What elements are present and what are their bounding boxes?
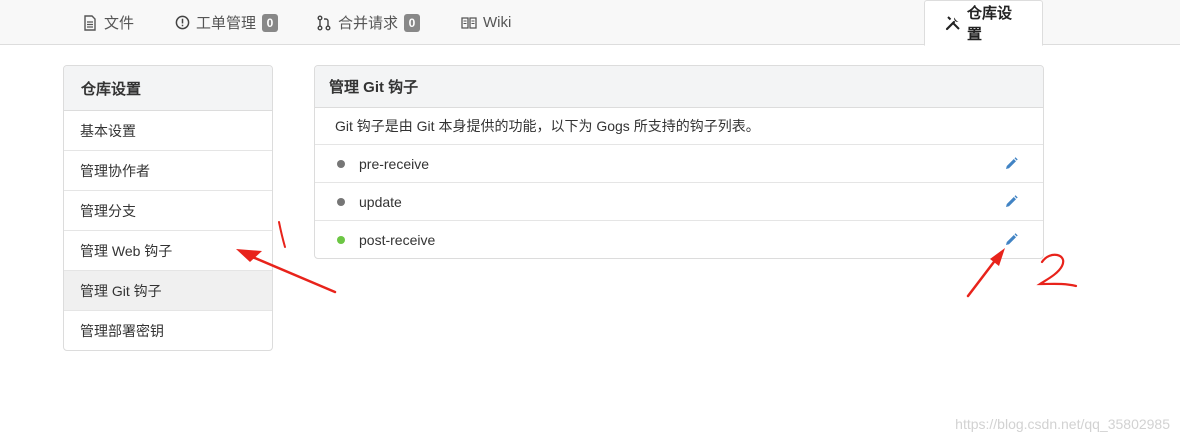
hook-name: post-receive: [359, 232, 436, 248]
pull-request-count-badge: 0: [404, 13, 421, 32]
git-hooks-panel: 管理 Git 钩子 Git 钩子是由 Git 本身提供的功能，以下为 Gogs …: [314, 65, 1044, 259]
pencil-icon[interactable]: [1003, 232, 1019, 248]
tab-wiki[interactable]: Wiki: [461, 0, 511, 45]
tab-label: Wiki: [483, 14, 512, 31]
pull-request-icon: [316, 15, 332, 31]
sidebar-item-collaborators[interactable]: 管理协作者: [64, 151, 272, 191]
hook-name: update: [359, 193, 402, 210]
tools-icon: [945, 15, 961, 31]
tab-pull-requests[interactable]: 合并请求 0: [316, 0, 421, 45]
repo-tab-bar: 文件 工单管理 0 合并请求 0 Wiki 仓库设置: [0, 0, 1180, 46]
sidebar-item-git-hooks[interactable]: 管理 Git 钩子: [64, 271, 272, 311]
hook-status-dot: [337, 197, 345, 206]
hook-name: pre-receive: [359, 155, 430, 172]
page: 文件 工单管理 0 合并请求 0 Wiki 仓库设置 仓库设置 基本设置 管理协…: [0, 0, 1180, 442]
panel-title: 管理 Git 钩子: [315, 66, 1043, 108]
tab-issues[interactable]: 工单管理 0: [174, 0, 279, 45]
sidebar-item-deploy-keys[interactable]: 管理部署密钥: [64, 311, 272, 350]
pencil-icon[interactable]: [1003, 156, 1019, 172]
tab-label: 仓库设置: [967, 5, 1013, 43]
hook-row: update: [315, 183, 1043, 221]
hook-status-dot: [337, 159, 345, 168]
tab-files[interactable]: 文件: [82, 0, 134, 45]
tab-label: 合并请求: [338, 15, 399, 32]
hook-row: pre-receive: [315, 145, 1043, 183]
issue-icon: [174, 15, 190, 31]
file-icon: [82, 14, 98, 31]
issue-count-badge: 0: [262, 13, 279, 32]
tab-label: 工单管理: [196, 15, 257, 32]
book-icon: [461, 15, 477, 31]
watermark: https://blog.csdn.net/qq_35802985: [955, 416, 1170, 432]
pencil-icon[interactable]: [1003, 194, 1019, 210]
panel-description: Git 钩子是由 Git 本身提供的功能，以下为 Gogs 所支持的钩子列表。: [315, 108, 1043, 145]
sidebar-item-web-hooks[interactable]: 管理 Web 钩子: [64, 231, 272, 271]
sidebar-item-branches[interactable]: 管理分支: [64, 191, 272, 231]
hook-row: post-receive: [315, 221, 1043, 258]
sidebar-item-basic-settings[interactable]: 基本设置: [64, 111, 272, 151]
tab-repo-settings[interactable]: 仓库设置: [924, 0, 1043, 46]
settings-sidebar: 仓库设置 基本设置 管理协作者 管理分支 管理 Web 钩子 管理 Git 钩子…: [63, 65, 273, 351]
tab-label: 文件: [104, 15, 135, 32]
hook-status-dot: [337, 236, 345, 244]
sidebar-title: 仓库设置: [64, 66, 272, 111]
